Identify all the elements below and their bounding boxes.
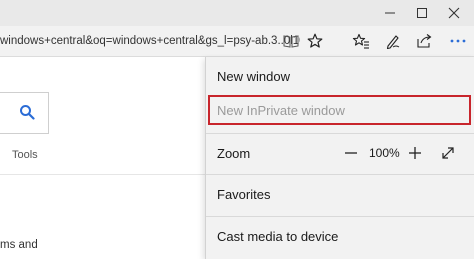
close-icon [448, 7, 460, 19]
title-bar [0, 0, 474, 26]
add-favorite-button[interactable] [302, 30, 328, 52]
web-note-button[interactable] [380, 30, 406, 52]
zoom-label: Zoom [217, 146, 251, 161]
favorite-star-icon [307, 33, 323, 48]
reading-view-icon [283, 35, 299, 48]
page-snippet: ms and [0, 239, 38, 251]
more-actions-button[interactable] [445, 30, 471, 52]
zoom-in-button[interactable] [404, 142, 426, 164]
menu-item-new-window[interactable]: New window [206, 65, 474, 87]
minimize-icon [385, 12, 395, 14]
search-icon [20, 105, 35, 120]
minus-icon [345, 152, 357, 154]
menu-item-favorites[interactable]: Favorites [206, 184, 474, 206]
browser-toolbar: windows+central&oq=windows+central&gs_l=… [0, 26, 474, 57]
more-actions-menu: New window New InPrivate window Zoom 100… [205, 57, 474, 259]
web-page-content: Tools ms and [0, 57, 205, 259]
web-note-icon [386, 35, 400, 49]
maximize-button[interactable] [406, 0, 438, 26]
reading-view-button[interactable] [278, 30, 304, 52]
menu-separator [206, 174, 474, 175]
minimize-button[interactable] [374, 0, 406, 26]
menu-item-label: New window [217, 69, 290, 84]
plus-icon [409, 147, 421, 159]
page-divider [0, 174, 205, 175]
menu-separator [206, 216, 474, 217]
menu-item-label: Favorites [217, 187, 271, 202]
zoom-out-button[interactable] [340, 142, 362, 164]
tools-tab[interactable]: Tools [12, 149, 38, 161]
address-bar[interactable]: windows+central&oq=windows+central&gs_l=… [0, 29, 300, 53]
more-actions-icon [450, 39, 466, 43]
share-icon [417, 34, 432, 48]
favorites-hub-icon [352, 33, 369, 49]
address-text: windows+central&oq=windows+central&gs_l=… [0, 35, 300, 47]
fullscreen-button[interactable] [437, 142, 459, 164]
menu-item-cast-media[interactable]: Cast media to device [206, 225, 474, 247]
highlight-box [208, 95, 471, 125]
maximize-icon [417, 8, 427, 18]
share-button[interactable] [411, 30, 437, 52]
favorites-hub-button[interactable] [348, 30, 374, 52]
zoom-value: 100% [369, 146, 400, 160]
menu-item-zoom: Zoom 100% [206, 142, 474, 164]
close-button[interactable] [438, 0, 470, 26]
menu-separator [206, 133, 474, 134]
fullscreen-icon [442, 147, 454, 159]
search-button[interactable] [0, 92, 49, 134]
menu-item-label: Cast media to device [217, 229, 339, 244]
